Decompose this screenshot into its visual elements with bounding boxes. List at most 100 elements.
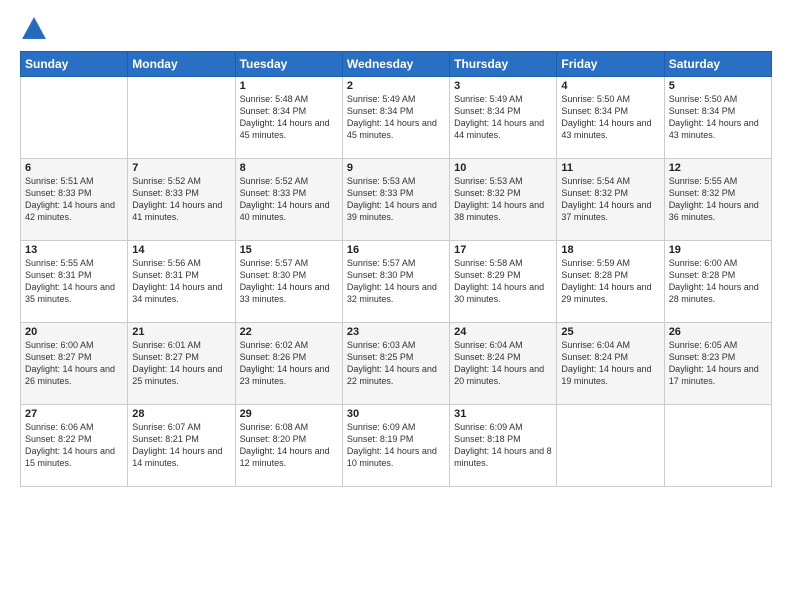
calendar-cell: 17Sunrise: 5:58 AM Sunset: 8:29 PM Dayli… (450, 241, 557, 323)
day-number: 1 (240, 80, 338, 92)
day-number: 24 (454, 326, 552, 338)
cell-details: Sunrise: 5:55 AM Sunset: 8:32 PM Dayligh… (669, 175, 767, 224)
weekday-header-sunday: Sunday (21, 52, 128, 77)
calendar-cell: 2Sunrise: 5:49 AM Sunset: 8:34 PM Daylig… (342, 77, 449, 159)
calendar-cell (21, 77, 128, 159)
weekday-header-thursday: Thursday (450, 52, 557, 77)
cell-details: Sunrise: 5:57 AM Sunset: 8:30 PM Dayligh… (240, 257, 338, 306)
week-row-1: 1Sunrise: 5:48 AM Sunset: 8:34 PM Daylig… (21, 77, 772, 159)
cell-details: Sunrise: 5:49 AM Sunset: 8:34 PM Dayligh… (454, 93, 552, 142)
cell-details: Sunrise: 5:50 AM Sunset: 8:34 PM Dayligh… (669, 93, 767, 142)
calendar-cell: 1Sunrise: 5:48 AM Sunset: 8:34 PM Daylig… (235, 77, 342, 159)
day-number: 31 (454, 408, 552, 420)
calendar-cell: 14Sunrise: 5:56 AM Sunset: 8:31 PM Dayli… (128, 241, 235, 323)
day-number: 19 (669, 244, 767, 256)
cell-details: Sunrise: 5:54 AM Sunset: 8:32 PM Dayligh… (561, 175, 659, 224)
day-number: 18 (561, 244, 659, 256)
calendar-cell: 24Sunrise: 6:04 AM Sunset: 8:24 PM Dayli… (450, 323, 557, 405)
day-number: 23 (347, 326, 445, 338)
day-number: 14 (132, 244, 230, 256)
calendar-cell: 5Sunrise: 5:50 AM Sunset: 8:34 PM Daylig… (664, 77, 771, 159)
calendar-cell: 15Sunrise: 5:57 AM Sunset: 8:30 PM Dayli… (235, 241, 342, 323)
cell-details: Sunrise: 5:50 AM Sunset: 8:34 PM Dayligh… (561, 93, 659, 142)
weekday-header-tuesday: Tuesday (235, 52, 342, 77)
cell-details: Sunrise: 5:52 AM Sunset: 8:33 PM Dayligh… (240, 175, 338, 224)
cell-details: Sunrise: 5:51 AM Sunset: 8:33 PM Dayligh… (25, 175, 123, 224)
calendar-table: SundayMondayTuesdayWednesdayThursdayFrid… (20, 51, 772, 487)
cell-details: Sunrise: 6:09 AM Sunset: 8:19 PM Dayligh… (347, 421, 445, 470)
weekday-header-monday: Monday (128, 52, 235, 77)
cell-details: Sunrise: 5:48 AM Sunset: 8:34 PM Dayligh… (240, 93, 338, 142)
calendar-cell: 23Sunrise: 6:03 AM Sunset: 8:25 PM Dayli… (342, 323, 449, 405)
calendar-cell: 27Sunrise: 6:06 AM Sunset: 8:22 PM Dayli… (21, 405, 128, 487)
cell-details: Sunrise: 6:02 AM Sunset: 8:26 PM Dayligh… (240, 339, 338, 388)
calendar-cell: 11Sunrise: 5:54 AM Sunset: 8:32 PM Dayli… (557, 159, 664, 241)
week-row-4: 20Sunrise: 6:00 AM Sunset: 8:27 PM Dayli… (21, 323, 772, 405)
calendar-cell: 8Sunrise: 5:52 AM Sunset: 8:33 PM Daylig… (235, 159, 342, 241)
day-number: 7 (132, 162, 230, 174)
cell-details: Sunrise: 5:53 AM Sunset: 8:32 PM Dayligh… (454, 175, 552, 224)
day-number: 11 (561, 162, 659, 174)
calendar-cell: 18Sunrise: 5:59 AM Sunset: 8:28 PM Dayli… (557, 241, 664, 323)
week-row-5: 27Sunrise: 6:06 AM Sunset: 8:22 PM Dayli… (21, 405, 772, 487)
calendar-cell: 4Sunrise: 5:50 AM Sunset: 8:34 PM Daylig… (557, 77, 664, 159)
day-number: 8 (240, 162, 338, 174)
weekday-header-wednesday: Wednesday (342, 52, 449, 77)
cell-details: Sunrise: 6:07 AM Sunset: 8:21 PM Dayligh… (132, 421, 230, 470)
calendar-cell: 10Sunrise: 5:53 AM Sunset: 8:32 PM Dayli… (450, 159, 557, 241)
day-number: 5 (669, 80, 767, 92)
day-number: 16 (347, 244, 445, 256)
calendar-cell: 31Sunrise: 6:09 AM Sunset: 8:18 PM Dayli… (450, 405, 557, 487)
day-number: 20 (25, 326, 123, 338)
calendar-cell: 25Sunrise: 6:04 AM Sunset: 8:24 PM Dayli… (557, 323, 664, 405)
cell-details: Sunrise: 5:53 AM Sunset: 8:33 PM Dayligh… (347, 175, 445, 224)
day-number: 10 (454, 162, 552, 174)
cell-details: Sunrise: 5:52 AM Sunset: 8:33 PM Dayligh… (132, 175, 230, 224)
day-number: 25 (561, 326, 659, 338)
day-number: 6 (25, 162, 123, 174)
calendar-cell: 28Sunrise: 6:07 AM Sunset: 8:21 PM Dayli… (128, 405, 235, 487)
cell-details: Sunrise: 6:01 AM Sunset: 8:27 PM Dayligh… (132, 339, 230, 388)
calendar-cell: 16Sunrise: 5:57 AM Sunset: 8:30 PM Dayli… (342, 241, 449, 323)
logo-icon (20, 15, 48, 43)
calendar-cell: 29Sunrise: 6:08 AM Sunset: 8:20 PM Dayli… (235, 405, 342, 487)
cell-details: Sunrise: 5:55 AM Sunset: 8:31 PM Dayligh… (25, 257, 123, 306)
calendar-cell: 22Sunrise: 6:02 AM Sunset: 8:26 PM Dayli… (235, 323, 342, 405)
header (20, 15, 772, 43)
day-number: 27 (25, 408, 123, 420)
day-number: 13 (25, 244, 123, 256)
week-row-3: 13Sunrise: 5:55 AM Sunset: 8:31 PM Dayli… (21, 241, 772, 323)
day-number: 9 (347, 162, 445, 174)
cell-details: Sunrise: 6:00 AM Sunset: 8:27 PM Dayligh… (25, 339, 123, 388)
calendar-cell: 6Sunrise: 5:51 AM Sunset: 8:33 PM Daylig… (21, 159, 128, 241)
calendar-cell: 12Sunrise: 5:55 AM Sunset: 8:32 PM Dayli… (664, 159, 771, 241)
weekday-header-friday: Friday (557, 52, 664, 77)
calendar-cell: 9Sunrise: 5:53 AM Sunset: 8:33 PM Daylig… (342, 159, 449, 241)
calendar-cell: 26Sunrise: 6:05 AM Sunset: 8:23 PM Dayli… (664, 323, 771, 405)
day-number: 15 (240, 244, 338, 256)
cell-details: Sunrise: 6:05 AM Sunset: 8:23 PM Dayligh… (669, 339, 767, 388)
day-number: 2 (347, 80, 445, 92)
calendar-cell: 13Sunrise: 5:55 AM Sunset: 8:31 PM Dayli… (21, 241, 128, 323)
calendar-cell: 19Sunrise: 6:00 AM Sunset: 8:28 PM Dayli… (664, 241, 771, 323)
day-number: 29 (240, 408, 338, 420)
calendar-cell (128, 77, 235, 159)
cell-details: Sunrise: 5:59 AM Sunset: 8:28 PM Dayligh… (561, 257, 659, 306)
cell-details: Sunrise: 6:09 AM Sunset: 8:18 PM Dayligh… (454, 421, 552, 470)
weekday-header-row: SundayMondayTuesdayWednesdayThursdayFrid… (21, 52, 772, 77)
page: SundayMondayTuesdayWednesdayThursdayFrid… (0, 0, 792, 612)
week-row-2: 6Sunrise: 5:51 AM Sunset: 8:33 PM Daylig… (21, 159, 772, 241)
cell-details: Sunrise: 5:49 AM Sunset: 8:34 PM Dayligh… (347, 93, 445, 142)
day-number: 30 (347, 408, 445, 420)
day-number: 17 (454, 244, 552, 256)
calendar-cell (557, 405, 664, 487)
day-number: 4 (561, 80, 659, 92)
calendar-cell: 20Sunrise: 6:00 AM Sunset: 8:27 PM Dayli… (21, 323, 128, 405)
cell-details: Sunrise: 6:04 AM Sunset: 8:24 PM Dayligh… (561, 339, 659, 388)
calendar-cell: 30Sunrise: 6:09 AM Sunset: 8:19 PM Dayli… (342, 405, 449, 487)
calendar-cell (664, 405, 771, 487)
cell-details: Sunrise: 6:04 AM Sunset: 8:24 PM Dayligh… (454, 339, 552, 388)
day-number: 12 (669, 162, 767, 174)
cell-details: Sunrise: 5:58 AM Sunset: 8:29 PM Dayligh… (454, 257, 552, 306)
weekday-header-saturday: Saturday (664, 52, 771, 77)
